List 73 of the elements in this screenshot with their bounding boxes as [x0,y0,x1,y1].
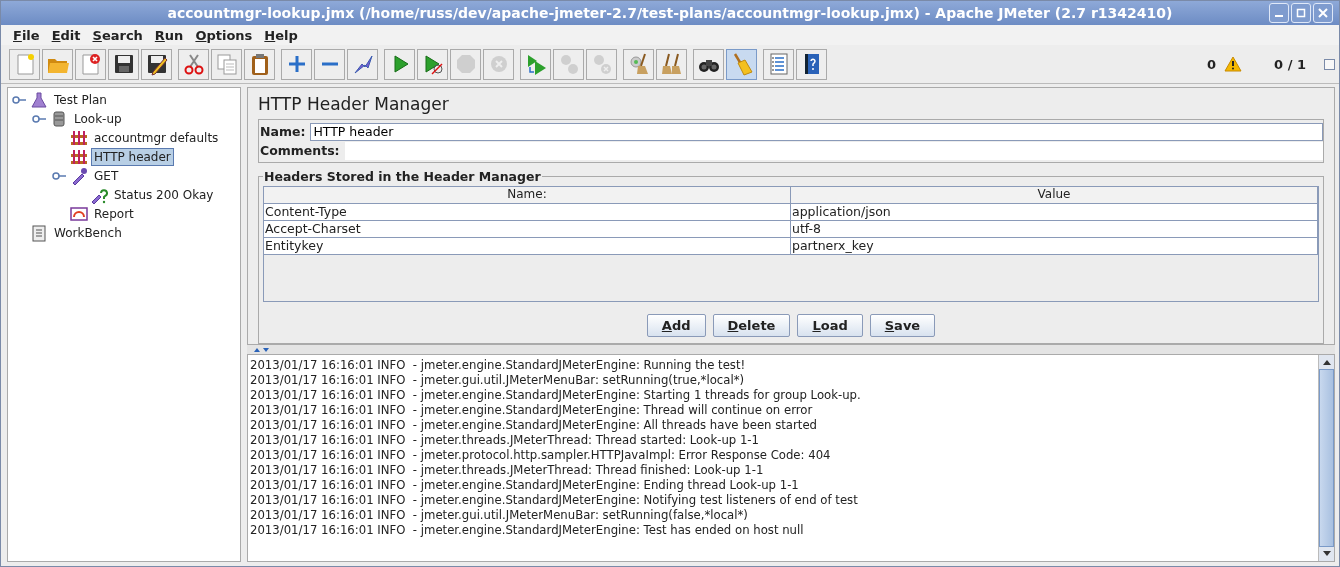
log-line: 2013/01/17 16:16:01 INFO - jmeter.gui.util.JMeterMenuBar: setRunning(false,*local*) [250,508,749,523]
log-line: 2013/01/17 16:16:01 INFO - jmeter.threads.JMeterThread: Thread finished: Look-up 1-1 [250,463,765,478]
table-cell: Content-Type [264,204,791,220]
tree-item[interactable]: Status 200 Okay [111,185,217,204]
action-button[interactable]: Delete [712,314,791,337]
log-line: 2013/01/17 16:16:01 INFO - jmeter.engine.StandardJMeterEngine: Running the test! [250,358,747,373]
menu-item[interactable]: Options [187,27,257,43]
action-button[interactable]: Load [797,314,863,337]
expanded-handle-icon[interactable] [12,94,28,105]
menu-item[interactable]: Search [84,27,147,43]
tree-item[interactable]: HTTP header [91,147,174,166]
column-header[interactable]: Value [791,187,1318,203]
tree-item[interactable]: accountmgr defaults [91,128,222,147]
action-button[interactable]: Save [869,314,936,337]
tree-item[interactable]: Look-up [71,109,125,128]
error-count: 0 [1207,56,1217,72]
table-cell: utf-8 [791,221,1318,237]
brooms-icon [659,52,684,76]
scroll-up-icon[interactable] [1319,355,1334,369]
window-title: accountmgr-lookup.jmx (/home/russ/dev/apache-jmeter-2.7/test-plans/accountmgr-lookup.jmx) - Apache JMeter (2.7 r1342410) [167,5,1173,21]
expanded-handle-icon[interactable] [32,113,48,124]
log-line: 2013/01/17 16:16:01 INFO - jmeter.engine.StandardJMeterEngine: All threads have been started [250,418,819,433]
copy-pages-icon [214,52,239,76]
log-line: 2013/01/17 16:16:01 INFO - jmeter.engine.StandardJMeterEngine: Notifying test listeners of end of test [250,493,859,508]
expanded-handle-icon[interactable] [52,170,68,181]
table-cell: partnerx_key [791,238,1318,254]
toolbar-button[interactable] [141,48,172,80]
menu-item[interactable]: Edit [43,27,85,43]
minimize-icon [1275,15,1283,17]
maximize-button[interactable] [1291,3,1311,23]
name-field[interactable]: HTTP header [310,122,1323,141]
pipette-icon [70,166,88,185]
toolbar-button[interactable] [796,48,827,80]
log-line: 2013/01/17 16:16:01 INFO - jmeter.engine.StandardJMeterEngine: Thread will continue on error [250,403,814,418]
comments-field[interactable] [344,141,1323,160]
column-header[interactable]: Name: [264,187,791,203]
panel-title: HTTP Header Manager [258,94,450,114]
log-line: 2013/01/17 16:16:01 INFO - jmeter.engine.StandardJMeterEngine: Starting 1 threads for group Look-up. [250,388,862,403]
action-button[interactable]: Add [646,314,706,337]
field-label: Name: [260,124,306,139]
close-button[interactable] [1313,3,1333,23]
log-line: 2013/01/17 16:16:01 INFO - jmeter.protocol.http.sampler.HTTPJavaImpl: Error Response Code: 404 [250,448,832,463]
toolbar-button[interactable] [693,48,724,80]
scrollbar[interactable] [1318,355,1334,561]
close-icon [1318,8,1328,18]
thread-count: 0 / 1 [1274,56,1306,72]
group-title: Headers Stored in the Header Manager [263,169,542,184]
table-cell: Entitykey [264,238,791,254]
log-line: 2013/01/17 16:16:01 INFO - jmeter.gui.util.JMeterMenuBar: setRunning(true,*local*) [250,373,746,388]
field-label: Comments: [260,143,340,158]
log-line: 2013/01/17 16:16:01 INFO - jmeter.engine.StandardJMeterEngine: Test has ended on host null [250,523,805,538]
table-cell: Accept-Charset [264,221,791,237]
minimize-button[interactable] [1269,3,1289,23]
log-line: 2013/01/17 16:16:01 INFO - jmeter.threads.JMeterThread: Thread started: Look-up 1-1 [250,433,761,448]
menu-item[interactable]: File [5,27,44,43]
status-indicator-icon [1324,58,1335,70]
scroll-thumb[interactable] [1319,369,1334,547]
tree-item[interactable]: Test Plan [51,90,110,109]
tree-item[interactable]: Report [91,204,137,223]
tree-item[interactable]: GET [91,166,122,185]
toolbar-button[interactable] [108,48,139,80]
collapse-arrows-icon[interactable] [253,346,271,353]
tree-item[interactable]: WorkBench [51,223,125,242]
warning-icon[interactable] [1224,56,1243,72]
menu-item[interactable]: Run [146,27,188,43]
flask-icon [30,90,48,109]
menu-item[interactable]: Help [256,27,302,43]
maximize-icon [1296,8,1306,18]
log-line: 2013/01/17 16:16:01 INFO - jmeter.engine.StandardJMeterEngine: Ending thread Look-up 1-1 [250,478,800,493]
scroll-down-icon[interactable] [1319,547,1334,561]
gauge-icon [70,204,88,223]
table-cell: application/json [791,204,1318,220]
clipboard-icon [30,223,48,242]
